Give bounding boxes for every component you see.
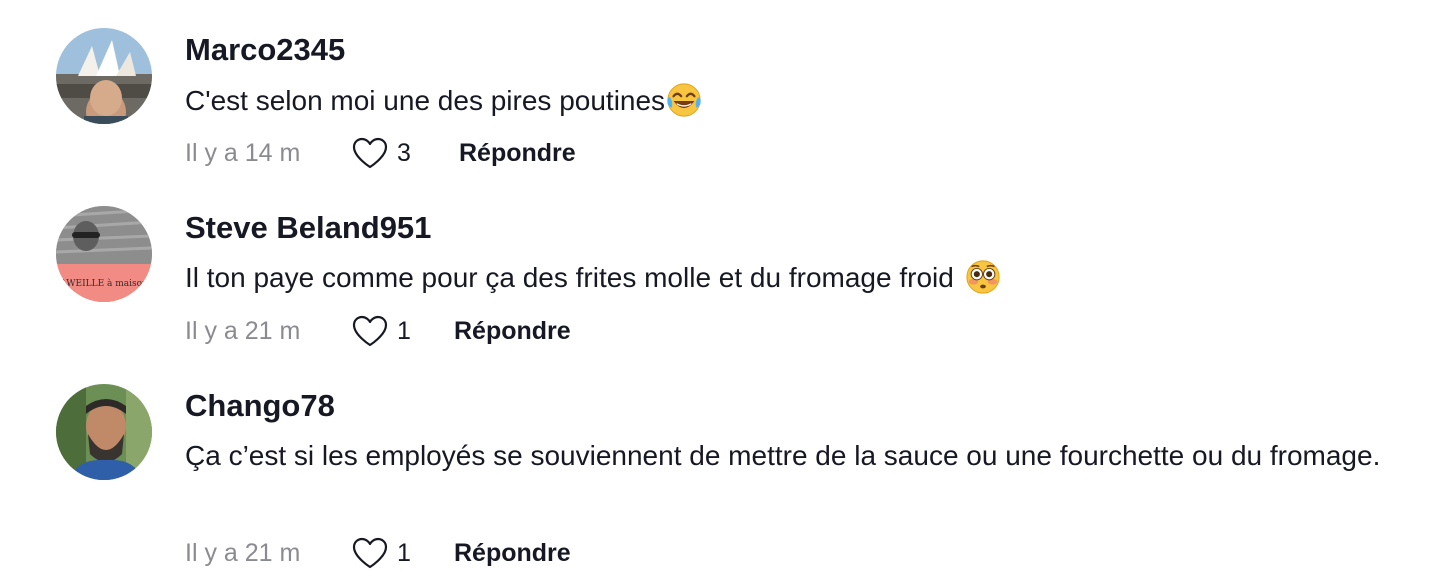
like-button[interactable]: 1	[351, 314, 454, 348]
comment-text: Ça c’est si les employés se souviennent …	[185, 440, 1381, 471]
comment-timestamp: Il y a 21 m	[185, 538, 301, 567]
like-count: 1	[397, 538, 411, 567]
avatar[interactable]	[56, 384, 152, 480]
comment-timestamp: Il y a 21 m	[185, 316, 301, 345]
like-button[interactable]: 1	[351, 536, 454, 570]
comment-text: C'est selon moi une des pires poutines	[185, 79, 1415, 122]
comment-text-body: Il ton paye comme pour ça des frites mol…	[185, 262, 962, 293]
avatar-caption: AWEILLE à maison	[59, 278, 148, 289]
like-button[interactable]: 3	[351, 136, 459, 170]
heart-outline-icon	[352, 315, 388, 347]
comment-username[interactable]: Chango78	[185, 388, 335, 424]
user-avatar-icon	[56, 384, 152, 480]
like-count: 1	[397, 316, 411, 345]
reply-button[interactable]: Répondre	[454, 317, 571, 346]
reply-button[interactable]: Répondre	[459, 139, 576, 168]
comment-timestamp: Il y a 14 m	[185, 138, 301, 167]
user-avatar-icon	[56, 28, 152, 124]
like-count: 3	[397, 138, 411, 167]
comment-text-body: C'est selon moi une des pires poutines	[185, 85, 666, 116]
avatar[interactable]: AWEILLE à maison	[56, 206, 152, 302]
flushed-face-icon	[965, 259, 1000, 294]
comment-username[interactable]: Marco2345	[185, 32, 345, 68]
heart-outline-icon	[352, 137, 388, 169]
comment-meta: Il y a 14 m 3 Répondre	[185, 133, 576, 173]
face-with-tears-of-joy-icon	[667, 82, 701, 117]
avatar[interactable]	[56, 28, 152, 124]
comment-meta: Il y a 21 m 1 Répondre	[185, 311, 571, 351]
reply-button[interactable]: Répondre	[454, 539, 571, 568]
comment-username[interactable]: Steve Beland951	[185, 210, 431, 246]
comment-text: Il ton paye comme pour ça des frites mol…	[185, 256, 1415, 299]
heart-outline-icon	[352, 537, 388, 569]
user-avatar-icon: AWEILLE à maison	[56, 206, 152, 302]
comment-meta: Il y a 21 m 1 Répondre	[185, 533, 571, 573]
